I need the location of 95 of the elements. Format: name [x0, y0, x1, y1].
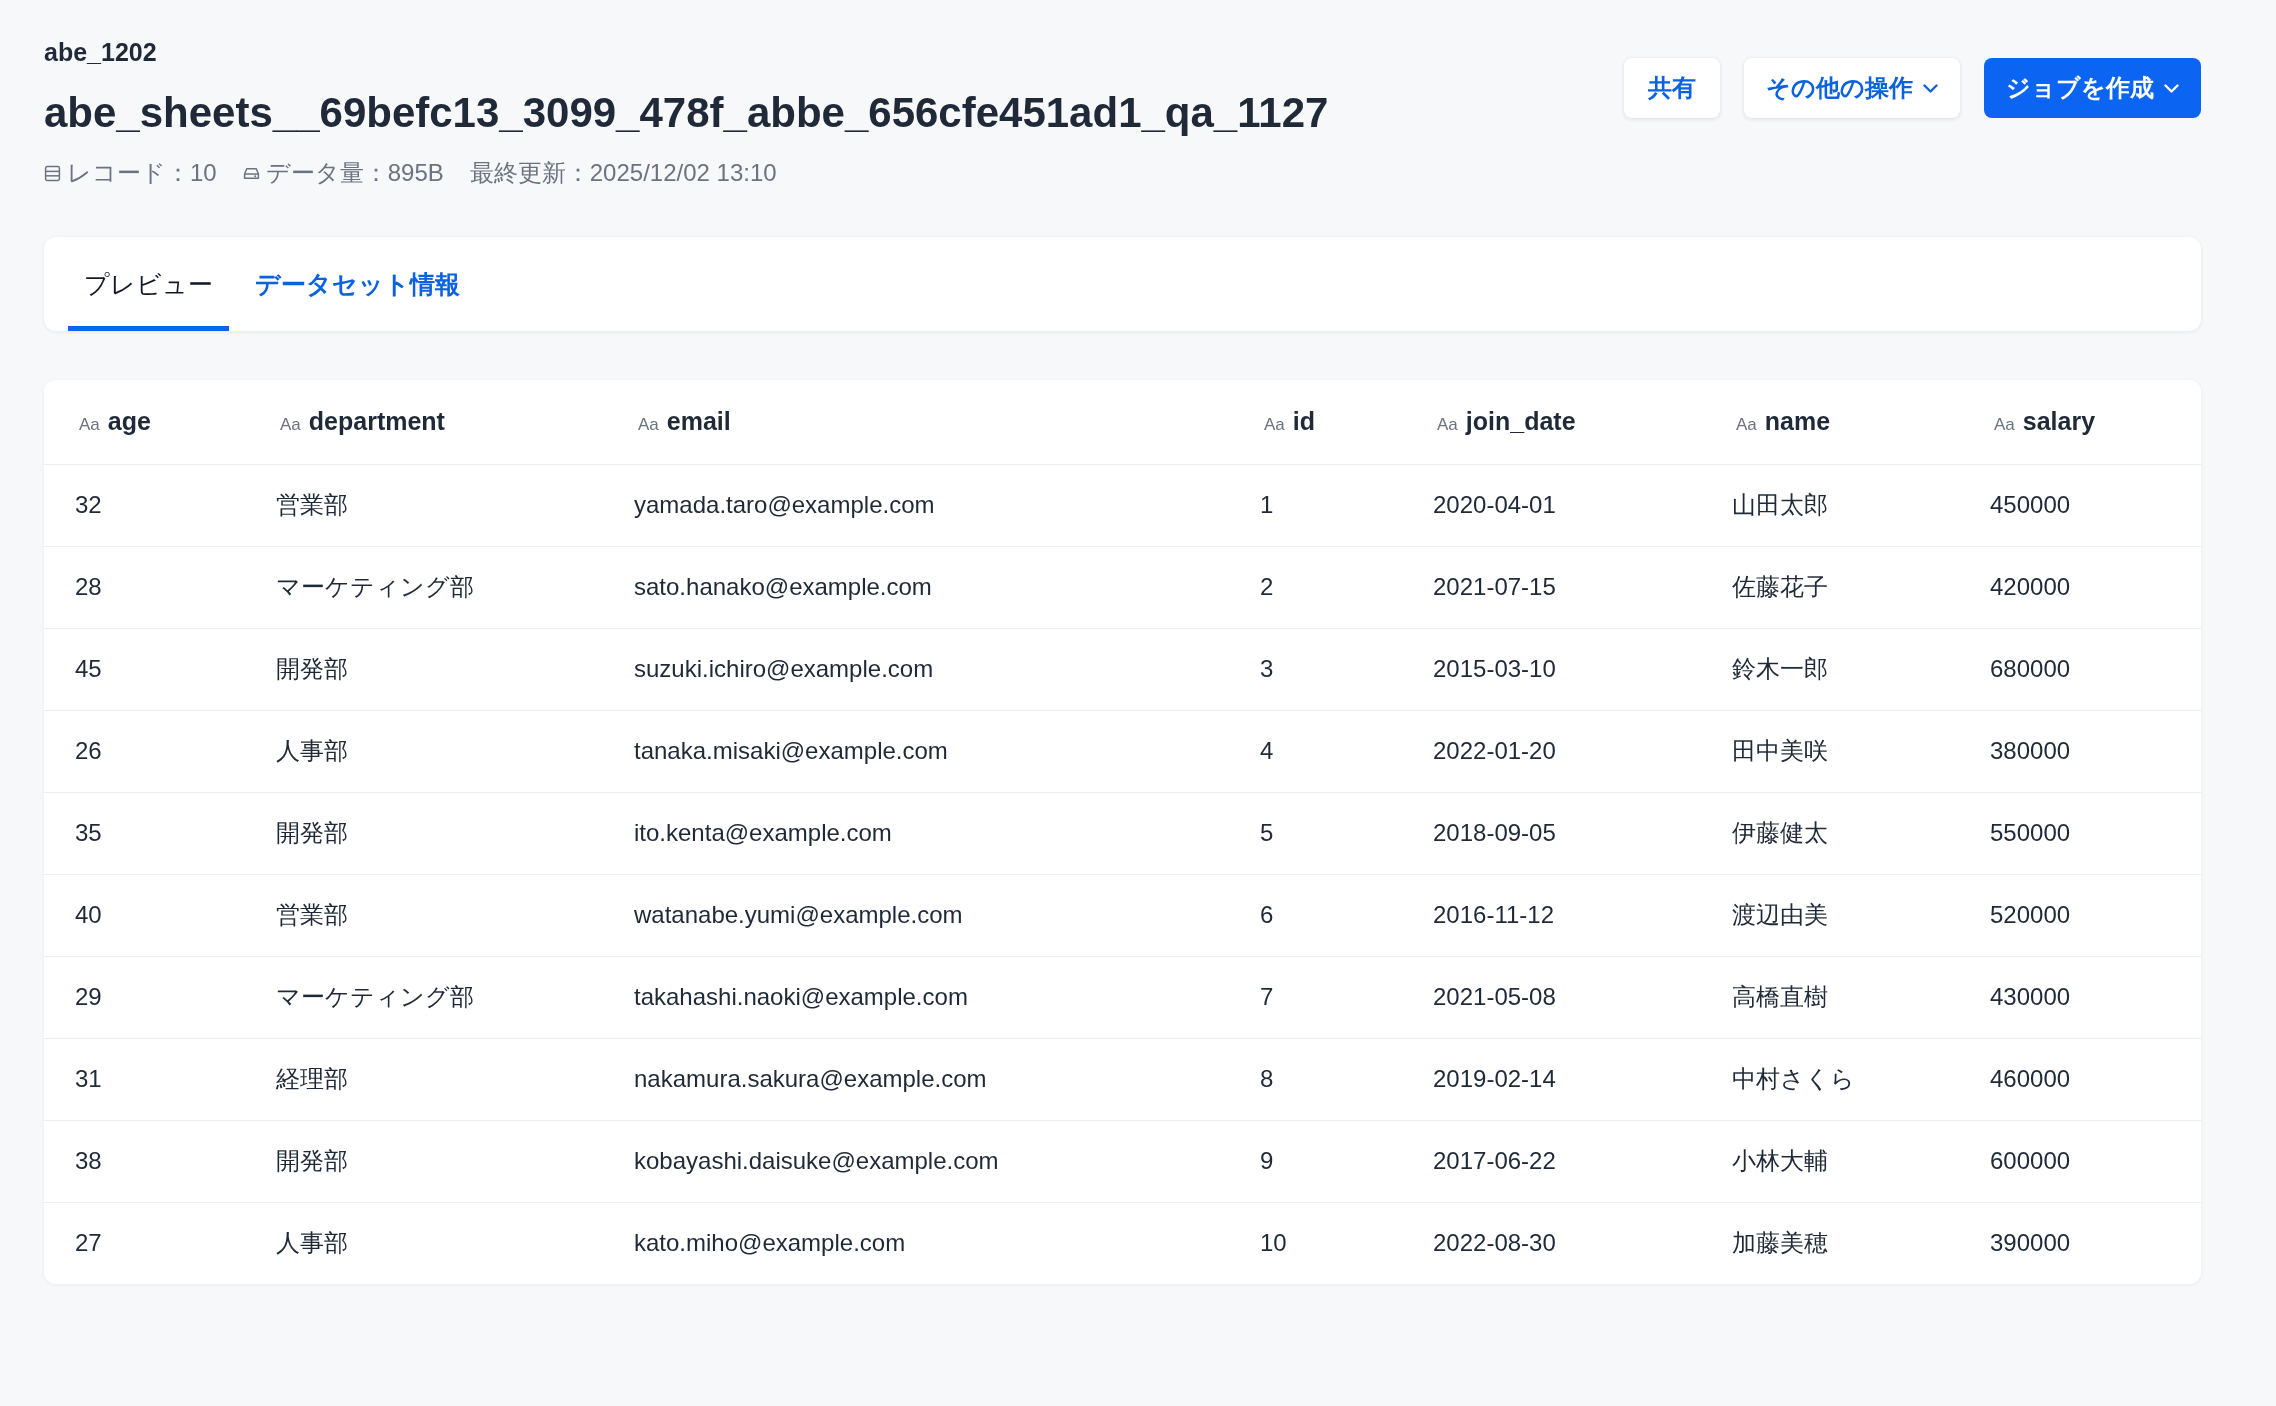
table-cell: 人事部	[245, 1202, 603, 1284]
table-cell: 開発部	[245, 1120, 603, 1202]
list-icon	[44, 164, 61, 182]
table-cell: 渡辺由美	[1701, 874, 1959, 956]
table-cell: 9	[1229, 1120, 1402, 1202]
column-header: email	[666, 407, 731, 436]
table-cell: 営業部	[245, 464, 603, 546]
table-cell: 2019-02-14	[1402, 1038, 1701, 1120]
column-header: join_date	[1465, 407, 1576, 436]
table-cell: 小林大輔	[1701, 1120, 1959, 1202]
table-cell: 29	[44, 956, 245, 1038]
table-cell: 40	[44, 874, 245, 956]
table-cell: 430000	[1959, 956, 2201, 1038]
table-cell: 4	[1229, 710, 1402, 792]
column-header: department	[308, 407, 445, 436]
table-cell: 380000	[1959, 710, 2201, 792]
meta-text: データ量：895B	[265, 158, 444, 188]
table-cell: 2021-05-08	[1402, 956, 1701, 1038]
table-cell: 営業部	[245, 874, 603, 956]
meta-text: 最終更新：2025/12/02 13:10	[469, 158, 777, 188]
table-cell: 2018-09-05	[1402, 792, 1701, 874]
text-type-icon: Aa	[1994, 415, 2015, 435]
page-title: abe_sheets__69befc13_3099_478f_abbe_656cfe451ad1_qa_1127	[44, 88, 1329, 138]
table-cell: watanabe.yumi@example.com	[603, 874, 1229, 956]
table-cell: 10	[1229, 1202, 1402, 1284]
table-cell: 420000	[1959, 546, 2201, 628]
table-cell: 加藤美穂	[1701, 1202, 1959, 1284]
column-header: age	[107, 407, 151, 436]
table-cell: マーケティング部	[245, 956, 603, 1038]
text-type-icon: Aa	[1264, 415, 1285, 435]
table-cell: 520000	[1959, 874, 2201, 956]
table-cell: kato.miho@example.com	[603, 1202, 1229, 1284]
primary-button[interactable]: ジョブを作成	[1984, 58, 2201, 118]
table-cell: nakamura.sakura@example.com	[603, 1038, 1229, 1120]
table-cell: 680000	[1959, 628, 2201, 710]
table-cell: 佐藤花子	[1701, 546, 1959, 628]
tab[interactable]: プレビュー	[68, 237, 229, 331]
toolbar-button[interactable]: 共有	[1624, 58, 1720, 118]
table-cell: 600000	[1959, 1120, 2201, 1202]
table-cell: 45	[44, 628, 245, 710]
table-cell: yamada.taro@example.com	[603, 464, 1229, 546]
meta-text: レコード：10	[67, 158, 217, 188]
text-type-icon: Aa	[79, 415, 100, 435]
table-cell: 450000	[1959, 464, 2201, 546]
table-cell: 550000	[1959, 792, 2201, 874]
table-cell: 2017-06-22	[1402, 1120, 1701, 1202]
table-cell: tanaka.misaki@example.com	[603, 710, 1229, 792]
text-type-icon: Aa	[1437, 415, 1458, 435]
table-cell: 経理部	[245, 1038, 603, 1120]
table-cell: 高橋直樹	[1701, 956, 1959, 1038]
table-cell: 2022-08-30	[1402, 1202, 1701, 1284]
table-cell: 8	[1229, 1038, 1402, 1120]
table-cell: 35	[44, 792, 245, 874]
table-cell: 32	[44, 464, 245, 546]
table-cell: 山田太郎	[1701, 464, 1959, 546]
table-cell: 27	[44, 1202, 245, 1284]
table-cell: 2020-04-01	[1402, 464, 1701, 546]
toolbar-button[interactable]: その他の操作	[1744, 58, 1960, 118]
table-cell: 3	[1229, 628, 1402, 710]
table-cell: suzuki.ichiro@example.com	[603, 628, 1229, 710]
table-cell: 2016-11-12	[1402, 874, 1701, 956]
table-cell: 390000	[1959, 1202, 2201, 1284]
table-cell: kobayashi.daisuke@example.com	[603, 1120, 1229, 1202]
table-cell: 中村さくら	[1701, 1038, 1959, 1120]
table-cell: 人事部	[245, 710, 603, 792]
table-cell: 鈴木一郎	[1701, 628, 1959, 710]
table-cell: takahashi.naoki@example.com	[603, 956, 1229, 1038]
table-cell: ito.kenta@example.com	[603, 792, 1229, 874]
table-cell: 38	[44, 1120, 245, 1202]
workspace-label: abe_1202	[44, 37, 157, 68]
table-cell: 5	[1229, 792, 1402, 874]
column-header: id	[1292, 407, 1315, 436]
table-cell: 田中美咲	[1701, 710, 1959, 792]
text-type-icon: Aa	[638, 415, 659, 435]
column-header: salary	[2022, 407, 2096, 436]
text-type-icon: Aa	[280, 415, 301, 435]
table-cell: 開発部	[245, 792, 603, 874]
table-cell: 伊藤健太	[1701, 792, 1959, 874]
table-cell: 2015-03-10	[1402, 628, 1701, 710]
table-cell: マーケティング部	[245, 546, 603, 628]
table-cell: sato.hanako@example.com	[603, 546, 1229, 628]
table-cell: 2	[1229, 546, 1402, 628]
table-cell: 460000	[1959, 1038, 2201, 1120]
text-type-icon: Aa	[1736, 415, 1757, 435]
tab[interactable]: データセット情報	[239, 237, 476, 331]
table-cell: 6	[1229, 874, 1402, 956]
table-cell: 開発部	[245, 628, 603, 710]
table-cell: 2021-07-15	[1402, 546, 1701, 628]
table-cell: 26	[44, 710, 245, 792]
column-header: name	[1764, 407, 1831, 436]
table-cell: 7	[1229, 956, 1402, 1038]
table-cell: 2022-01-20	[1402, 710, 1701, 792]
table-cell: 28	[44, 546, 245, 628]
table-cell: 31	[44, 1038, 245, 1120]
table-cell: 1	[1229, 464, 1402, 546]
